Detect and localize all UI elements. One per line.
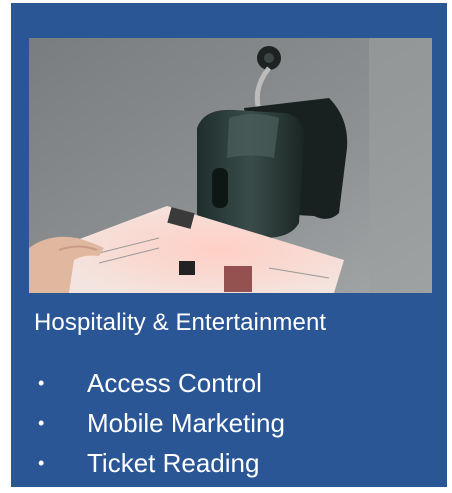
bullet-icon: •: [38, 373, 45, 393]
feature-card: Hospitality & Entertainment • Access Con…: [11, 3, 447, 487]
list-item-label: Ticket Reading: [87, 448, 260, 478]
scanner-illustration: [29, 38, 432, 293]
list-item-label: Mobile Marketing: [87, 408, 285, 438]
card-title: Hospitality & Entertainment: [34, 309, 327, 336]
bullet-icon: •: [38, 453, 45, 473]
list-item-label: Access Control: [87, 368, 262, 398]
bullet-icon: •: [38, 413, 45, 433]
scanner-photo: [29, 38, 432, 293]
